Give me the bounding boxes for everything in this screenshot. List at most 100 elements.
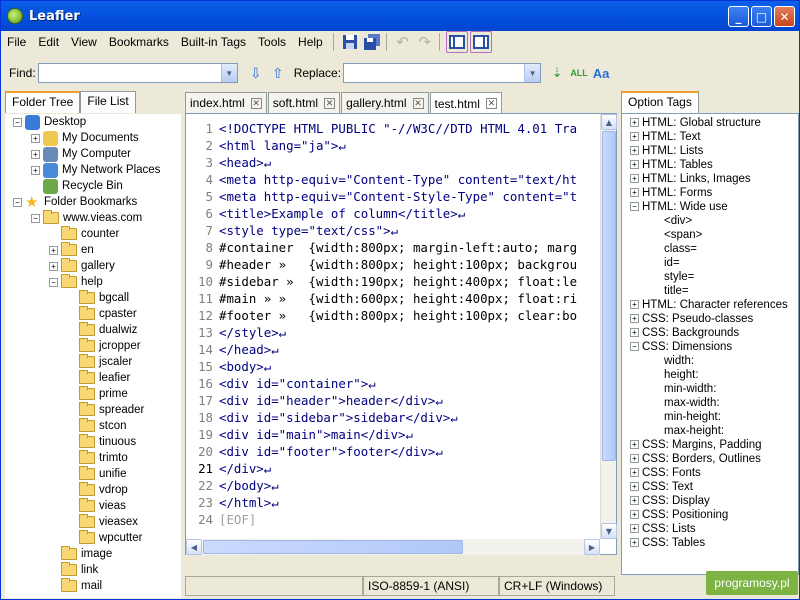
option-tag-item[interactable]: + CSS: Tables <box>630 536 705 550</box>
tab-file-list[interactable]: File List <box>80 91 136 113</box>
find-previous-icon[interactable]: ⇧ <box>268 63 288 83</box>
tree-node[interactable]: bgcall <box>67 290 129 306</box>
option-tag-item[interactable]: + CSS: Borders, Outlines <box>630 452 761 466</box>
option-tag-item[interactable]: + CSS: Lists <box>630 522 696 536</box>
tree-node[interactable]: wpcutter <box>67 530 142 546</box>
tree-node[interactable]: spreader <box>67 402 144 418</box>
option-tag-item[interactable]: + CSS: Text <box>630 480 693 494</box>
replace-icon[interactable]: ⇣ <box>547 63 567 83</box>
option-tag-item[interactable]: + CSS: Display <box>630 494 710 508</box>
menu-edit[interactable]: Edit <box>32 31 65 53</box>
tree-node[interactable]: link <box>49 562 98 578</box>
tab-option-tags[interactable]: Option Tags <box>621 91 699 113</box>
expander-icon[interactable]: − <box>630 342 639 352</box>
tree-node[interactable]: jcropper <box>67 338 141 354</box>
option-tag-item[interactable]: + CSS: Positioning <box>630 508 728 522</box>
tree-node[interactable]: counter <box>49 226 119 242</box>
close-tab-icon[interactable]: ✕ <box>412 97 424 109</box>
scroll-thumb[interactable] <box>602 131 616 461</box>
expander-icon[interactable]: + <box>630 454 639 464</box>
expander-icon[interactable]: + <box>49 245 58 255</box>
expander-icon[interactable]: + <box>31 133 40 143</box>
option-tag-item[interactable]: height: <box>664 368 699 382</box>
option-tag-item[interactable]: + HTML: Tables <box>630 158 713 172</box>
tree-node[interactable]: leafier <box>67 370 130 386</box>
horizontal-scrollbar[interactable]: ◀ ▶ <box>186 539 600 555</box>
option-tag-item[interactable]: class= <box>664 242 697 256</box>
editor-tab[interactable]: index.html ✕ <box>185 92 267 113</box>
option-tag-item[interactable]: + HTML: Forms <box>630 186 712 200</box>
menu-help[interactable]: Help <box>292 31 329 53</box>
tree-node[interactable]: dualwiz <box>67 322 137 338</box>
tree-node[interactable]: tinuous <box>67 434 136 450</box>
save-all-icon[interactable] <box>362 32 382 52</box>
option-tag-item[interactable]: width: <box>664 354 694 368</box>
maximize-button[interactable]: □ <box>751 6 772 27</box>
expander-icon[interactable]: − <box>31 213 40 223</box>
option-tag-item[interactable]: − CSS: Dimensions <box>630 340 732 354</box>
option-tag-item[interactable]: + HTML: Text <box>630 130 701 144</box>
option-tag-item[interactable]: + HTML: Lists <box>630 144 703 158</box>
option-tag-item[interactable]: min-width: <box>664 382 716 396</box>
redo-icon[interactable]: ↷ <box>415 32 435 52</box>
tree-node[interactable]: mail <box>49 578 102 594</box>
expander-icon[interactable]: + <box>630 482 639 492</box>
tree-node[interactable]: − help <box>49 274 103 290</box>
expander-icon[interactable]: + <box>630 538 639 548</box>
tree-node[interactable]: image <box>49 546 112 562</box>
split-right-icon[interactable] <box>469 31 492 53</box>
option-tag-item[interactable]: min-height: <box>664 410 721 424</box>
expander-icon[interactable]: − <box>49 277 58 287</box>
replace-input[interactable]: ▼ <box>343 63 542 83</box>
expander-icon[interactable]: − <box>630 202 639 212</box>
option-tag-item[interactable]: + HTML: Links, Images <box>630 172 751 186</box>
tree-node[interactable]: + My Documents <box>31 130 139 146</box>
expander-icon[interactable]: + <box>31 165 40 175</box>
code-area[interactable]: <!DOCTYPE HTML PUBLIC "-//W3C//DTD HTML … <box>215 114 600 539</box>
chevron-down-icon[interactable]: ▼ <box>524 64 541 82</box>
option-tag-item[interactable]: + CSS: Fonts <box>630 466 701 480</box>
split-left-icon[interactable] <box>445 31 468 53</box>
tree-node[interactable]: + My Computer <box>31 146 131 162</box>
expander-icon[interactable]: + <box>630 118 639 128</box>
tree-node[interactable]: stcon <box>67 418 127 434</box>
option-tag-item[interactable]: − HTML: Wide use <box>630 200 728 214</box>
match-case-icon[interactable]: Aa <box>591 63 611 83</box>
tree-node[interactable]: + gallery <box>49 258 115 274</box>
scroll-right-icon[interactable]: ▶ <box>584 539 600 555</box>
menu-view[interactable]: View <box>65 31 103 53</box>
scroll-up-icon[interactable]: ▲ <box>601 114 617 130</box>
option-tag-item[interactable]: <div> <box>664 214 692 228</box>
option-tag-item[interactable]: + HTML: Global structure <box>630 116 761 130</box>
option-tag-item[interactable]: + HTML: Character references <box>630 298 788 312</box>
option-tag-item[interactable]: max-width: <box>664 396 720 410</box>
close-tab-icon[interactable]: ✕ <box>485 98 497 109</box>
menu-bookmarks[interactable]: Bookmarks <box>103 31 175 53</box>
option-tag-item[interactable]: + CSS: Backgrounds <box>630 326 739 340</box>
tree-node[interactable]: jscaler <box>67 354 132 370</box>
tree-node[interactable]: vieas <box>67 498 126 514</box>
expander-icon[interactable]: + <box>49 261 58 271</box>
expander-icon[interactable]: − <box>13 117 22 127</box>
scroll-thumb[interactable] <box>203 540 463 554</box>
save-icon[interactable] <box>340 32 360 52</box>
tree-node[interactable]: Recycle Bin <box>31 178 123 194</box>
close-tab-icon[interactable]: ✕ <box>250 97 262 109</box>
option-tag-item[interactable]: style= <box>664 270 694 284</box>
chevron-down-icon[interactable]: ▼ <box>220 64 237 82</box>
expander-icon[interactable]: + <box>630 132 639 142</box>
editor-tab[interactable]: test.html ✕ <box>429 92 502 114</box>
expander-icon[interactable]: + <box>630 300 639 310</box>
tree-node[interactable]: vdrop <box>67 482 128 498</box>
expander-icon[interactable]: + <box>630 440 639 450</box>
close-button[interactable]: ✕ <box>774 6 795 27</box>
option-tag-item[interactable]: <span> <box>664 228 702 242</box>
option-tag-item[interactable]: title= <box>664 284 689 298</box>
expander-icon[interactable]: + <box>630 160 639 170</box>
undo-icon[interactable]: ↶ <box>393 32 413 52</box>
find-input[interactable]: ▼ <box>37 63 238 83</box>
replace-all-icon[interactable]: ALL <box>569 63 589 83</box>
scroll-down-icon[interactable]: ▼ <box>601 523 617 539</box>
option-tag-item[interactable]: + CSS: Margins, Padding <box>630 438 762 452</box>
tree-node[interactable]: unifie <box>67 466 127 482</box>
